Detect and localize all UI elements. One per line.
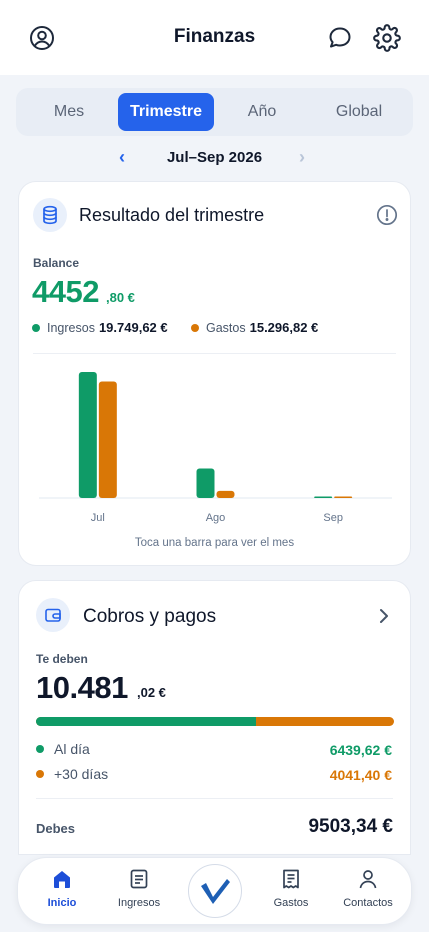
on-time-dot <box>36 745 44 753</box>
bar-ago-ingresos[interactable] <box>196 468 215 498</box>
owed-decimals: ,02 € <box>137 685 166 700</box>
bottom-navigation: Inicio Ingresos Gastos Contactos <box>17 857 412 925</box>
expense-legend: Gastos 15.296,82 € <box>191 320 318 335</box>
income-label: Ingresos <box>47 320 95 335</box>
x-tick-label: Ago <box>206 512 226 524</box>
period-tabs: Mes Trimestre Año Global <box>16 88 413 136</box>
balance-integer: 4452 <box>32 274 99 309</box>
expense-dot <box>191 323 199 332</box>
document-icon <box>130 869 148 889</box>
on-time-row: Al día <box>36 741 90 757</box>
tab-mes[interactable]: Mes <box>21 93 117 131</box>
period-selector: ‹ Jul–Sep 2026 › <box>0 146 429 170</box>
income-value: 19.749,62 € <box>98 320 168 335</box>
wallet-icon <box>45 608 61 622</box>
chevron-right-icon[interactable] <box>378 608 390 624</box>
x-tick-label: Sep <box>323 512 343 524</box>
collections-title: Cobros y pagos <box>83 606 217 627</box>
overdue-dot <box>36 770 44 778</box>
overdue-value: 4041,40 € <box>329 767 392 783</box>
quarter-bar-chart[interactable]: Jul Ago Sep <box>19 360 412 525</box>
bar-ago-gastos[interactable] <box>216 490 235 498</box>
balance-label: Balance <box>33 256 80 270</box>
collections-card[interactable]: Cobros y pagos Te deben 10.481 ,02 € Al … <box>18 580 411 855</box>
overdue-row: +30 días <box>36 766 108 782</box>
chart-hint: Toca una barra para ver el mes <box>134 537 295 549</box>
tab-ano[interactable]: Año <box>214 93 310 131</box>
nav-label-contactos: Contactos <box>343 897 393 909</box>
overdue-label: +30 días <box>54 766 109 782</box>
debt-label: Debes <box>36 821 76 836</box>
nav-item-inicio[interactable]: Inicio <box>27 866 97 909</box>
chat-icon <box>329 27 351 48</box>
checkmark-logo-icon <box>201 879 230 904</box>
bar-sep-gastos[interactable] <box>334 496 353 499</box>
divider <box>33 353 396 354</box>
bar-sep-ingresos[interactable] <box>314 496 333 499</box>
summary-icon-badge <box>33 198 67 232</box>
debt-value: 9503,34 € <box>308 816 393 837</box>
info-button[interactable] <box>376 204 398 226</box>
quarter-result-card: Resultado del trimestre Balance 4452 ,80… <box>18 181 411 566</box>
owed-progress-bar <box>36 717 394 726</box>
on-time-value: 6439,62 € <box>329 742 392 758</box>
bar-jul-ingresos[interactable] <box>78 372 97 498</box>
settings-button[interactable] <box>373 24 401 52</box>
nav-item-gastos[interactable]: Gastos <box>256 866 326 909</box>
app-header: Finanzas <box>0 0 429 75</box>
coins-stack-icon <box>43 205 57 225</box>
info-icon <box>376 204 398 226</box>
nav-item-ingresos[interactable]: Ingresos <box>104 866 174 909</box>
balance-decimals: ,80 € <box>106 290 135 305</box>
previous-period-button[interactable]: ‹ <box>119 146 125 168</box>
on-time-progress-fill <box>36 717 256 726</box>
income-dot <box>32 323 40 332</box>
divider <box>36 798 393 799</box>
expense-label: Gastos <box>206 320 246 335</box>
tab-trimestre[interactable]: Trimestre <box>118 93 214 131</box>
expense-value: 15.296,82 € <box>249 320 319 335</box>
owed-label: Te deben <box>36 652 88 666</box>
owed-integer: 10.481 <box>36 670 128 705</box>
nav-label-gastos: Gastos <box>273 897 309 909</box>
on-time-label: Al día <box>54 741 90 757</box>
home-logo-button[interactable] <box>188 864 242 918</box>
nav-label-ingresos: Ingresos <box>117 897 161 909</box>
home-icon <box>54 871 70 888</box>
messages-button[interactable] <box>326 24 354 52</box>
bar-jul-gastos[interactable] <box>98 381 117 498</box>
user-icon <box>359 870 377 889</box>
x-tick-label: Jul <box>91 512 105 524</box>
summary-title: Resultado del trimestre <box>79 205 265 225</box>
receipt-icon <box>283 869 299 889</box>
nav-label-inicio: Inicio <box>47 897 77 909</box>
next-period-button[interactable]: › <box>299 146 305 168</box>
income-legend: Ingresos 19.749,62 € <box>32 320 168 335</box>
wallet-icon-badge <box>36 598 70 632</box>
gear-icon <box>373 24 401 52</box>
nav-item-contactos[interactable]: Contactos <box>333 866 403 909</box>
period-label: Jul–Sep 2026 <box>166 149 263 166</box>
tab-global[interactable]: Global <box>311 93 407 131</box>
page-title: Finanzas <box>173 26 256 47</box>
